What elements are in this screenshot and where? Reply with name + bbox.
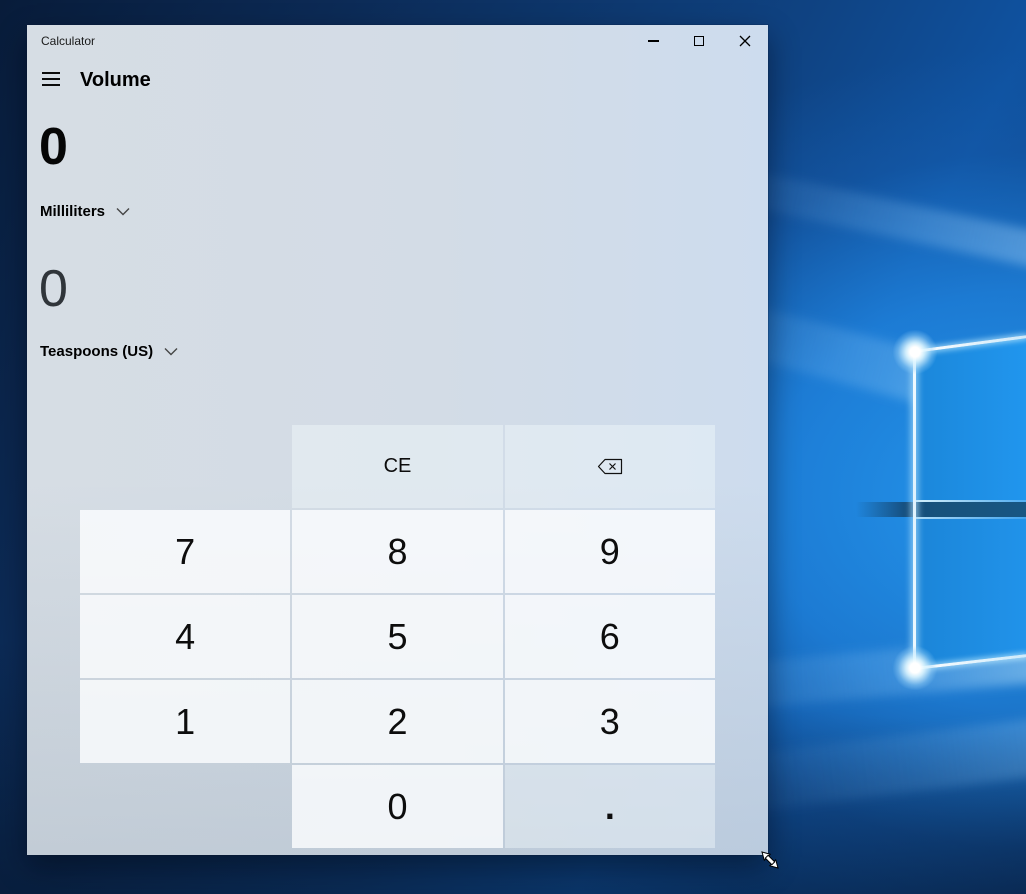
windows-logo-edge (913, 351, 916, 670)
windows-logo-divider (856, 502, 1026, 517)
key-2[interactable]: 2 (292, 680, 502, 763)
key-4[interactable]: 4 (80, 595, 290, 678)
hamburger-icon (42, 72, 60, 86)
chevron-down-icon (164, 347, 178, 356)
to-value-display[interactable]: 0 (39, 263, 68, 315)
backspace-icon (597, 458, 623, 475)
maximize-button[interactable] (676, 25, 722, 57)
to-unit-selector[interactable]: Teaspoons (US) (40, 338, 178, 364)
caption-buttons (630, 25, 768, 57)
windows-logo-glow (893, 646, 937, 690)
key-9[interactable]: 9 (505, 510, 715, 593)
calculator-window: Calculator Volume 0 Milliliters 0 Teaspo… (27, 25, 768, 855)
key-5[interactable]: 5 (292, 595, 502, 678)
page-title: Volume (80, 69, 151, 92)
key-8[interactable]: 8 (292, 510, 502, 593)
minimize-icon (648, 40, 659, 42)
key-backspace[interactable] (505, 425, 715, 508)
key-clear-entry[interactable]: CE (292, 425, 502, 508)
key-0[interactable]: 0 (292, 765, 502, 848)
window-title: Calculator (41, 25, 95, 57)
key-6[interactable]: 6 (505, 595, 715, 678)
close-button[interactable] (722, 25, 768, 57)
windows-logo-glow (893, 330, 937, 374)
titlebar[interactable]: Calculator (27, 25, 768, 57)
from-unit-selector[interactable]: Milliliters (40, 198, 130, 224)
key-decimal[interactable]: . (505, 765, 715, 848)
maximize-icon (694, 36, 704, 46)
from-value-display[interactable]: 0 (39, 121, 68, 173)
keypad-empty-cell (80, 425, 290, 508)
keypad-empty-cell (80, 765, 290, 848)
windows-logo-edge (915, 500, 1026, 502)
hamburger-menu-button[interactable] (33, 65, 69, 93)
resize-cursor-icon (759, 849, 781, 871)
key-3[interactable]: 3 (505, 680, 715, 763)
chevron-down-icon (116, 207, 130, 216)
key-1[interactable]: 1 (80, 680, 290, 763)
to-unit-label: Teaspoons (US) (40, 343, 153, 360)
key-7[interactable]: 7 (80, 510, 290, 593)
from-unit-label: Milliliters (40, 203, 105, 220)
close-icon (739, 35, 751, 47)
windows-logo-edge (915, 517, 1026, 519)
keypad: CE 7 8 9 4 5 6 1 2 3 0 . (80, 425, 715, 848)
minimize-button[interactable] (630, 25, 676, 57)
